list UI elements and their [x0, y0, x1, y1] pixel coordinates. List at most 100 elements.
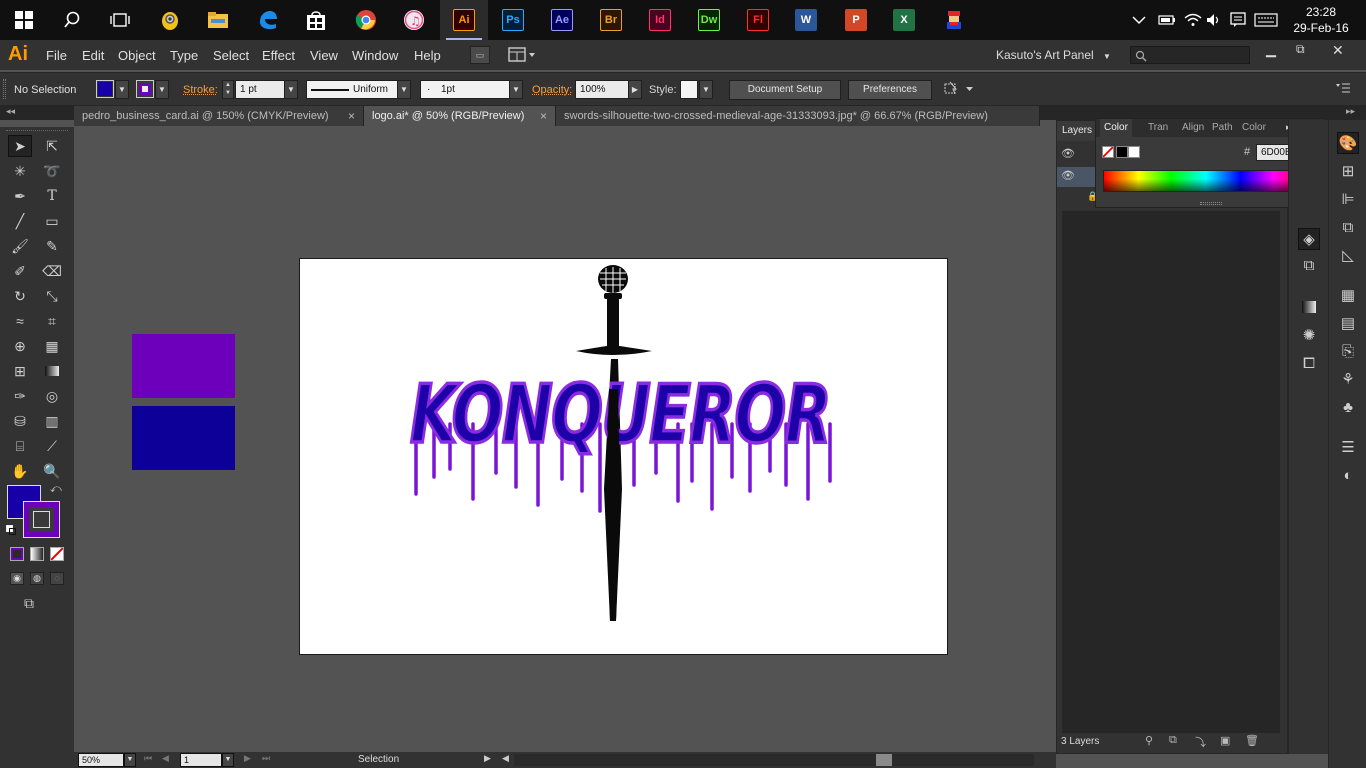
create-sublayer-button[interactable]: ⤵: [1195, 734, 1206, 750]
tab-tran-1[interactable]: Tran: [1144, 119, 1172, 137]
pencil-tool[interactable]: ✎: [40, 235, 64, 257]
links-dock-button[interactable]: ⎘: [1337, 340, 1359, 362]
appearance-dock-button[interactable]: ✺: [1298, 324, 1320, 346]
lasso-tool[interactable]: ➰: [40, 160, 64, 182]
menu-help[interactable]: Help: [414, 48, 441, 63]
close-window-button[interactable]: ✕: [1332, 42, 1344, 59]
rotate-tool[interactable]: ↻: [8, 285, 32, 307]
stroke-color-box[interactable]: [23, 501, 60, 538]
eyedropper-tool[interactable]: ✑: [8, 385, 32, 407]
perspective-grid-tool[interactable]: ▦: [40, 335, 64, 357]
magic-wand-tool[interactable]: ✳: [8, 160, 32, 182]
menu-select[interactable]: Select: [213, 48, 249, 63]
draw-inside-button[interactable]: ◌: [50, 572, 64, 585]
last-artboard-button[interactable]: ⏭: [262, 753, 270, 764]
scrollbar-thumb[interactable]: [876, 754, 892, 766]
width-tool[interactable]: ≈: [8, 310, 32, 332]
menu-type[interactable]: Type: [170, 48, 198, 63]
color-spectrum[interactable]: [1103, 170, 1309, 192]
tray-network[interactable]: [1184, 0, 1202, 40]
document-info-dock-button[interactable]: ▤: [1337, 312, 1359, 334]
white-swatch[interactable]: [1128, 146, 1140, 158]
taskbar-app-ps[interactable]: Ps: [489, 0, 537, 40]
search-stock-input[interactable]: [1130, 46, 1250, 64]
close-icon[interactable]: ×: [540, 106, 547, 126]
tray-chevron[interactable]: [1132, 0, 1146, 40]
style-dropdown[interactable]: ▼: [699, 80, 713, 99]
control-bar-menu-button[interactable]: [1336, 82, 1350, 97]
variable-width-profile[interactable]: Uniform: [306, 80, 398, 99]
control-bar-grip[interactable]: [3, 79, 6, 99]
layers-list[interactable]: [1062, 211, 1280, 733]
layer-row-selected[interactable]: 👁: [1057, 167, 1096, 187]
shaper-tool[interactable]: ✐: [8, 260, 32, 282]
delete-layer-button[interactable]: 🗑: [1245, 734, 1259, 747]
menu-effect[interactable]: Effect: [262, 48, 295, 63]
tray-power[interactable]: [1158, 0, 1176, 40]
zoom-level-input[interactable]: 50%: [78, 753, 124, 767]
task-view-button[interactable]: [96, 0, 144, 40]
menu-window[interactable]: Window: [352, 48, 398, 63]
locate-object-button[interactable]: ⚲: [1145, 734, 1153, 747]
color-swatch-purple[interactable]: [132, 334, 235, 398]
panel-resize-grip[interactable]: [1200, 202, 1222, 205]
brush-dropdown[interactable]: ▼: [509, 80, 523, 99]
gradient-dock-button[interactable]: [1298, 296, 1320, 318]
transparency-dock-button[interactable]: ◐: [1337, 464, 1359, 486]
color-guide-dock-button[interactable]: ⊞: [1337, 160, 1359, 182]
artboard[interactable]: KONQUEROR: [299, 258, 948, 655]
graphic-styles-dock-button[interactable]: ☰: [1337, 436, 1359, 458]
stroke-weight-stepper[interactable]: ▲ ▼: [222, 80, 234, 99]
tab-path-3[interactable]: Path: [1208, 119, 1237, 137]
logo-artwork[interactable]: KONQUEROR: [300, 259, 949, 656]
swatches-dock-button[interactable]: ▦: [1337, 284, 1359, 306]
none-swatch[interactable]: [1102, 146, 1114, 158]
free-transform-tool[interactable]: ⌗: [40, 310, 64, 332]
draw-behind-button[interactable]: ◍: [30, 572, 44, 585]
opacity-input[interactable]: 100%: [575, 80, 629, 99]
taskbar-clock[interactable]: 23:28 29-Feb-16: [1290, 4, 1352, 36]
arrange-documents-button[interactable]: [508, 47, 536, 66]
tab-pedro-business-card[interactable]: pedro_business_card.ai @ 150% (CMYK/Prev…: [74, 106, 364, 126]
brushes-dock-button[interactable]: ⚘: [1337, 368, 1359, 390]
color-dock-button[interactable]: 🎨: [1337, 132, 1359, 154]
tab-layers[interactable]: Layers: [1057, 121, 1097, 141]
graphic-style-swatch[interactable]: [680, 80, 698, 99]
layers-dock-button[interactable]: ◈: [1298, 228, 1320, 250]
taskbar-app-dw[interactable]: Dw: [685, 0, 733, 40]
zoom-tool[interactable]: 🔍: [40, 460, 64, 482]
taskbar-app-br[interactable]: Br: [587, 0, 635, 40]
close-icon[interactable]: ×: [348, 106, 355, 126]
eraser-tool[interactable]: ⌫: [40, 260, 64, 282]
restore-button[interactable]: ⧉: [1296, 42, 1305, 57]
pathfinder-dock-button[interactable]: ⧉: [1337, 216, 1359, 238]
first-artboard-button[interactable]: ⏮: [144, 753, 152, 764]
start-button[interactable]: [0, 0, 48, 40]
selection-tool[interactable]: ➤: [8, 135, 32, 157]
artboard-dropdown[interactable]: ▼: [222, 753, 234, 767]
column-graph-tool[interactable]: ▥: [40, 410, 64, 432]
taskbar-app-minion[interactable]: [146, 0, 194, 40]
taskbar-app-chrome[interactable]: [342, 0, 390, 40]
taskbar-app-file-explorer[interactable]: [194, 0, 242, 40]
stroke-color-control[interactable]: [136, 80, 154, 98]
tab-logo[interactable]: logo.ai* @ 50% (RGB/Preview) ×: [364, 106, 556, 126]
default-fill-stroke-button[interactable]: [6, 525, 16, 535]
bridge-button[interactable]: ▭: [470, 46, 490, 64]
taskbar-app-powerpoint[interactable]: P: [832, 0, 880, 40]
create-layer-button[interactable]: ▣: [1220, 734, 1230, 747]
artboard-number-input[interactable]: 1: [180, 753, 222, 767]
stroke-dock-button[interactable]: ◺: [1337, 244, 1359, 266]
tray-volume[interactable]: [1206, 0, 1222, 40]
taskbar-app-edge[interactable]: [244, 0, 292, 40]
next-artboard-button[interactable]: ▶: [244, 753, 251, 764]
draw-normal-button[interactable]: ◉: [10, 572, 24, 585]
swap-fill-stroke-button[interactable]: ⤺: [50, 483, 62, 496]
gradient-tool[interactable]: [40, 360, 64, 382]
hand-tool[interactable]: ✋: [8, 460, 32, 482]
fill-dropdown[interactable]: ▼: [115, 80, 129, 99]
layer-visibility-toggle[interactable]: 👁: [1061, 147, 1081, 165]
black-swatch[interactable]: [1116, 146, 1128, 158]
taskbar-app-fl[interactable]: Fl: [734, 0, 782, 40]
symbols-dock-button[interactable]: ♣: [1337, 396, 1359, 418]
